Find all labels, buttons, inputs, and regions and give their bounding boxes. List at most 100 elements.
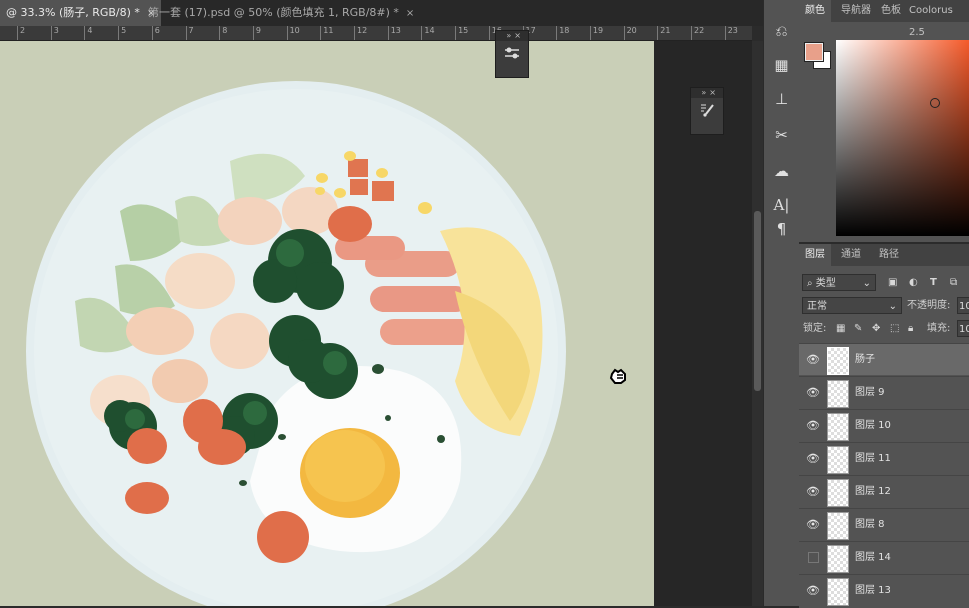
ruler-tick: 9 (252, 26, 261, 40)
eye-icon[interactable]: 👁︎ (806, 452, 820, 465)
layer-thumbnail (827, 380, 849, 408)
tab-color[interactable]: 颜色 (799, 0, 831, 22)
ruler-tick: 11 (320, 26, 333, 40)
layer-name: 图层 9 (855, 387, 885, 398)
sausage (370, 286, 470, 312)
brush-icon (701, 104, 714, 117)
tab-document-1[interactable]: @ 33.3% (肠子, RGB/8) * × (0, 0, 162, 26)
floating-panel-brush: »× (690, 87, 724, 135)
layer-row[interactable]: 👁︎ 图层 8 (799, 508, 969, 540)
lock-move-icon[interactable]: ✥ (872, 320, 880, 337)
layer-name: 图层 11 (855, 453, 891, 464)
layer-thumbnail (827, 578, 849, 606)
ruler-tick: 12 (354, 26, 367, 40)
stamp-icon[interactable]: ⊥ (768, 86, 795, 112)
visibility-toggle-off[interactable] (808, 552, 819, 563)
layer-filter-dropdown[interactable]: ⌕ 类型 ⌄ (802, 274, 876, 291)
tab-document-2[interactable]: 第一套 (17).psd @ 50% (颜色填充 1, RGB/8#) * × (142, 0, 420, 26)
document-tab-bar: @ 33.3% (肠子, RGB/8) * × 第一套 (17).psd @ 50… (0, 0, 768, 26)
ruler-tick: 21 (657, 26, 670, 40)
paragraph-icon[interactable]: ¶ (768, 216, 795, 242)
blend-mode-value: 正常 (807, 301, 827, 312)
sausage (380, 319, 475, 345)
vertical-scrollbar[interactable] (752, 41, 763, 606)
eye-icon[interactable]: 👁︎ (806, 419, 820, 432)
shrimp (152, 359, 208, 403)
layer-row[interactable]: 👁︎ 图层 13 (799, 574, 969, 606)
canvas[interactable] (0, 41, 654, 606)
adjustment-sliders-button[interactable] (496, 41, 528, 65)
picker-cursor[interactable] (930, 98, 940, 108)
layer-comp-icon[interactable]: ▦ (768, 52, 795, 78)
lock-paint-icon[interactable]: ✎ (854, 320, 862, 337)
eye-icon[interactable]: 👁︎ (806, 386, 820, 399)
close-icon[interactable]: × (514, 31, 524, 40)
history-icon[interactable]: ⎌ (768, 18, 795, 44)
ruler-tick: 10 (286, 26, 300, 40)
layer-thumbnail (827, 545, 849, 573)
blend-row: 正常 ⌄ 不透明度: 10 (799, 297, 969, 319)
lock-all-icon[interactable]: 🔒︎ (908, 320, 913, 337)
ruler-tick: 14 (421, 26, 435, 40)
ruler-tick: 7 (185, 26, 194, 40)
shrimp (218, 197, 282, 245)
panel-icon-strip: ⎌ ▦ ⊥ ✂ ☁ A| ¶ (763, 0, 800, 606)
horizontal-ruler: 234567891011121314151617181920212223 (0, 26, 752, 41)
layer-row[interactable]: 图层 14 (799, 541, 969, 573)
scrollbar-thumb[interactable] (754, 211, 761, 391)
ruler-tick: 2 (17, 26, 25, 40)
ruler-tick: 19 (589, 26, 603, 40)
layer-name: 图层 10 (855, 420, 891, 431)
shrimp (210, 313, 270, 369)
layer-row[interactable]: 👁︎ 图层 12 (799, 475, 969, 507)
lock-transparent-icon[interactable]: ▦ (836, 320, 845, 337)
eye-icon[interactable]: 👁︎ (806, 518, 820, 531)
pixel-filter-icon[interactable]: ▣ (888, 274, 897, 291)
tab-label: 第一套 (17).psd @ 50% (颜色填充 1, RGB/8#) * (148, 6, 399, 19)
brush-settings-button[interactable] (691, 98, 723, 122)
tab-navigator[interactable]: 导航器 (841, 0, 871, 22)
lock-label: 锁定: (803, 323, 827, 334)
layers-panel: 图层 通道 路径 ⌕ 类型 ⌄ ▣ ◐ T ⧉ 正常 ⌄ 不透明度: 10 锁定: … (799, 242, 969, 608)
lock-artboard-icon[interactable]: ⬚ (890, 320, 899, 337)
libraries-icon[interactable]: ☁ (768, 158, 795, 184)
type-filter-icon[interactable]: T (930, 274, 937, 291)
tab-paths[interactable]: 路径 (879, 244, 899, 266)
tab-layers[interactable]: 图层 (799, 244, 831, 266)
color-panel-tabs: 颜色 导航器 色板 Coolorus 2.5 (799, 0, 969, 38)
layer-name: 图层 13 (855, 585, 891, 596)
layer-thumbnail (827, 413, 849, 441)
adjustment-filter-icon[interactable]: ◐ (909, 274, 918, 291)
eye-icon[interactable]: 👁︎ (806, 485, 820, 498)
layer-row[interactable]: 👁︎ 肠子 (799, 343, 969, 375)
blend-mode-dropdown[interactable]: 正常 ⌄ (802, 297, 902, 314)
opacity-field[interactable]: 10 (957, 297, 969, 314)
layer-row[interactable]: 👁︎ 图层 9 (799, 376, 969, 408)
chevron-down-icon: ⌄ (862, 278, 871, 289)
ruler-tick: 3 (50, 26, 59, 40)
close-icon[interactable]: × (406, 8, 414, 19)
close-icon[interactable]: × (709, 88, 719, 97)
tools-icon[interactable]: ✂ (768, 122, 795, 148)
layer-row[interactable]: 👁︎ 图层 11 (799, 442, 969, 474)
tab-channels[interactable]: 通道 (841, 244, 861, 266)
ruler-tick: 13 (387, 26, 401, 40)
eye-icon[interactable]: 👁︎ (806, 353, 820, 366)
tab-label: @ 33.3% (肠子, RGB/8) * (6, 6, 140, 19)
foreground-color-swatch[interactable] (804, 42, 824, 62)
layer-row[interactable]: 👁︎ 图层 10 (799, 409, 969, 441)
character-icon[interactable]: A| (768, 192, 795, 218)
ruler-tick: 8 (219, 26, 227, 40)
color-panel: 颜色 导航器 色板 Coolorus 2.5 (799, 0, 969, 242)
ruler-tick: 20 (623, 26, 637, 40)
floating-panel-adjust: »× (495, 30, 529, 78)
tab-swatches[interactable]: 色板 (881, 0, 901, 22)
shape-filter-icon[interactable]: ⧉ (950, 274, 957, 291)
fill-field[interactable]: 10 (957, 320, 969, 337)
shrimp (126, 307, 194, 355)
eye-icon[interactable]: 👁︎ (806, 584, 820, 597)
tab-coolorus[interactable]: Coolorus 2.5 (909, 0, 969, 38)
opacity-value: 10 (959, 301, 969, 312)
ruler-tick: 22 (691, 26, 704, 40)
color-picker-field[interactable] (836, 40, 969, 236)
